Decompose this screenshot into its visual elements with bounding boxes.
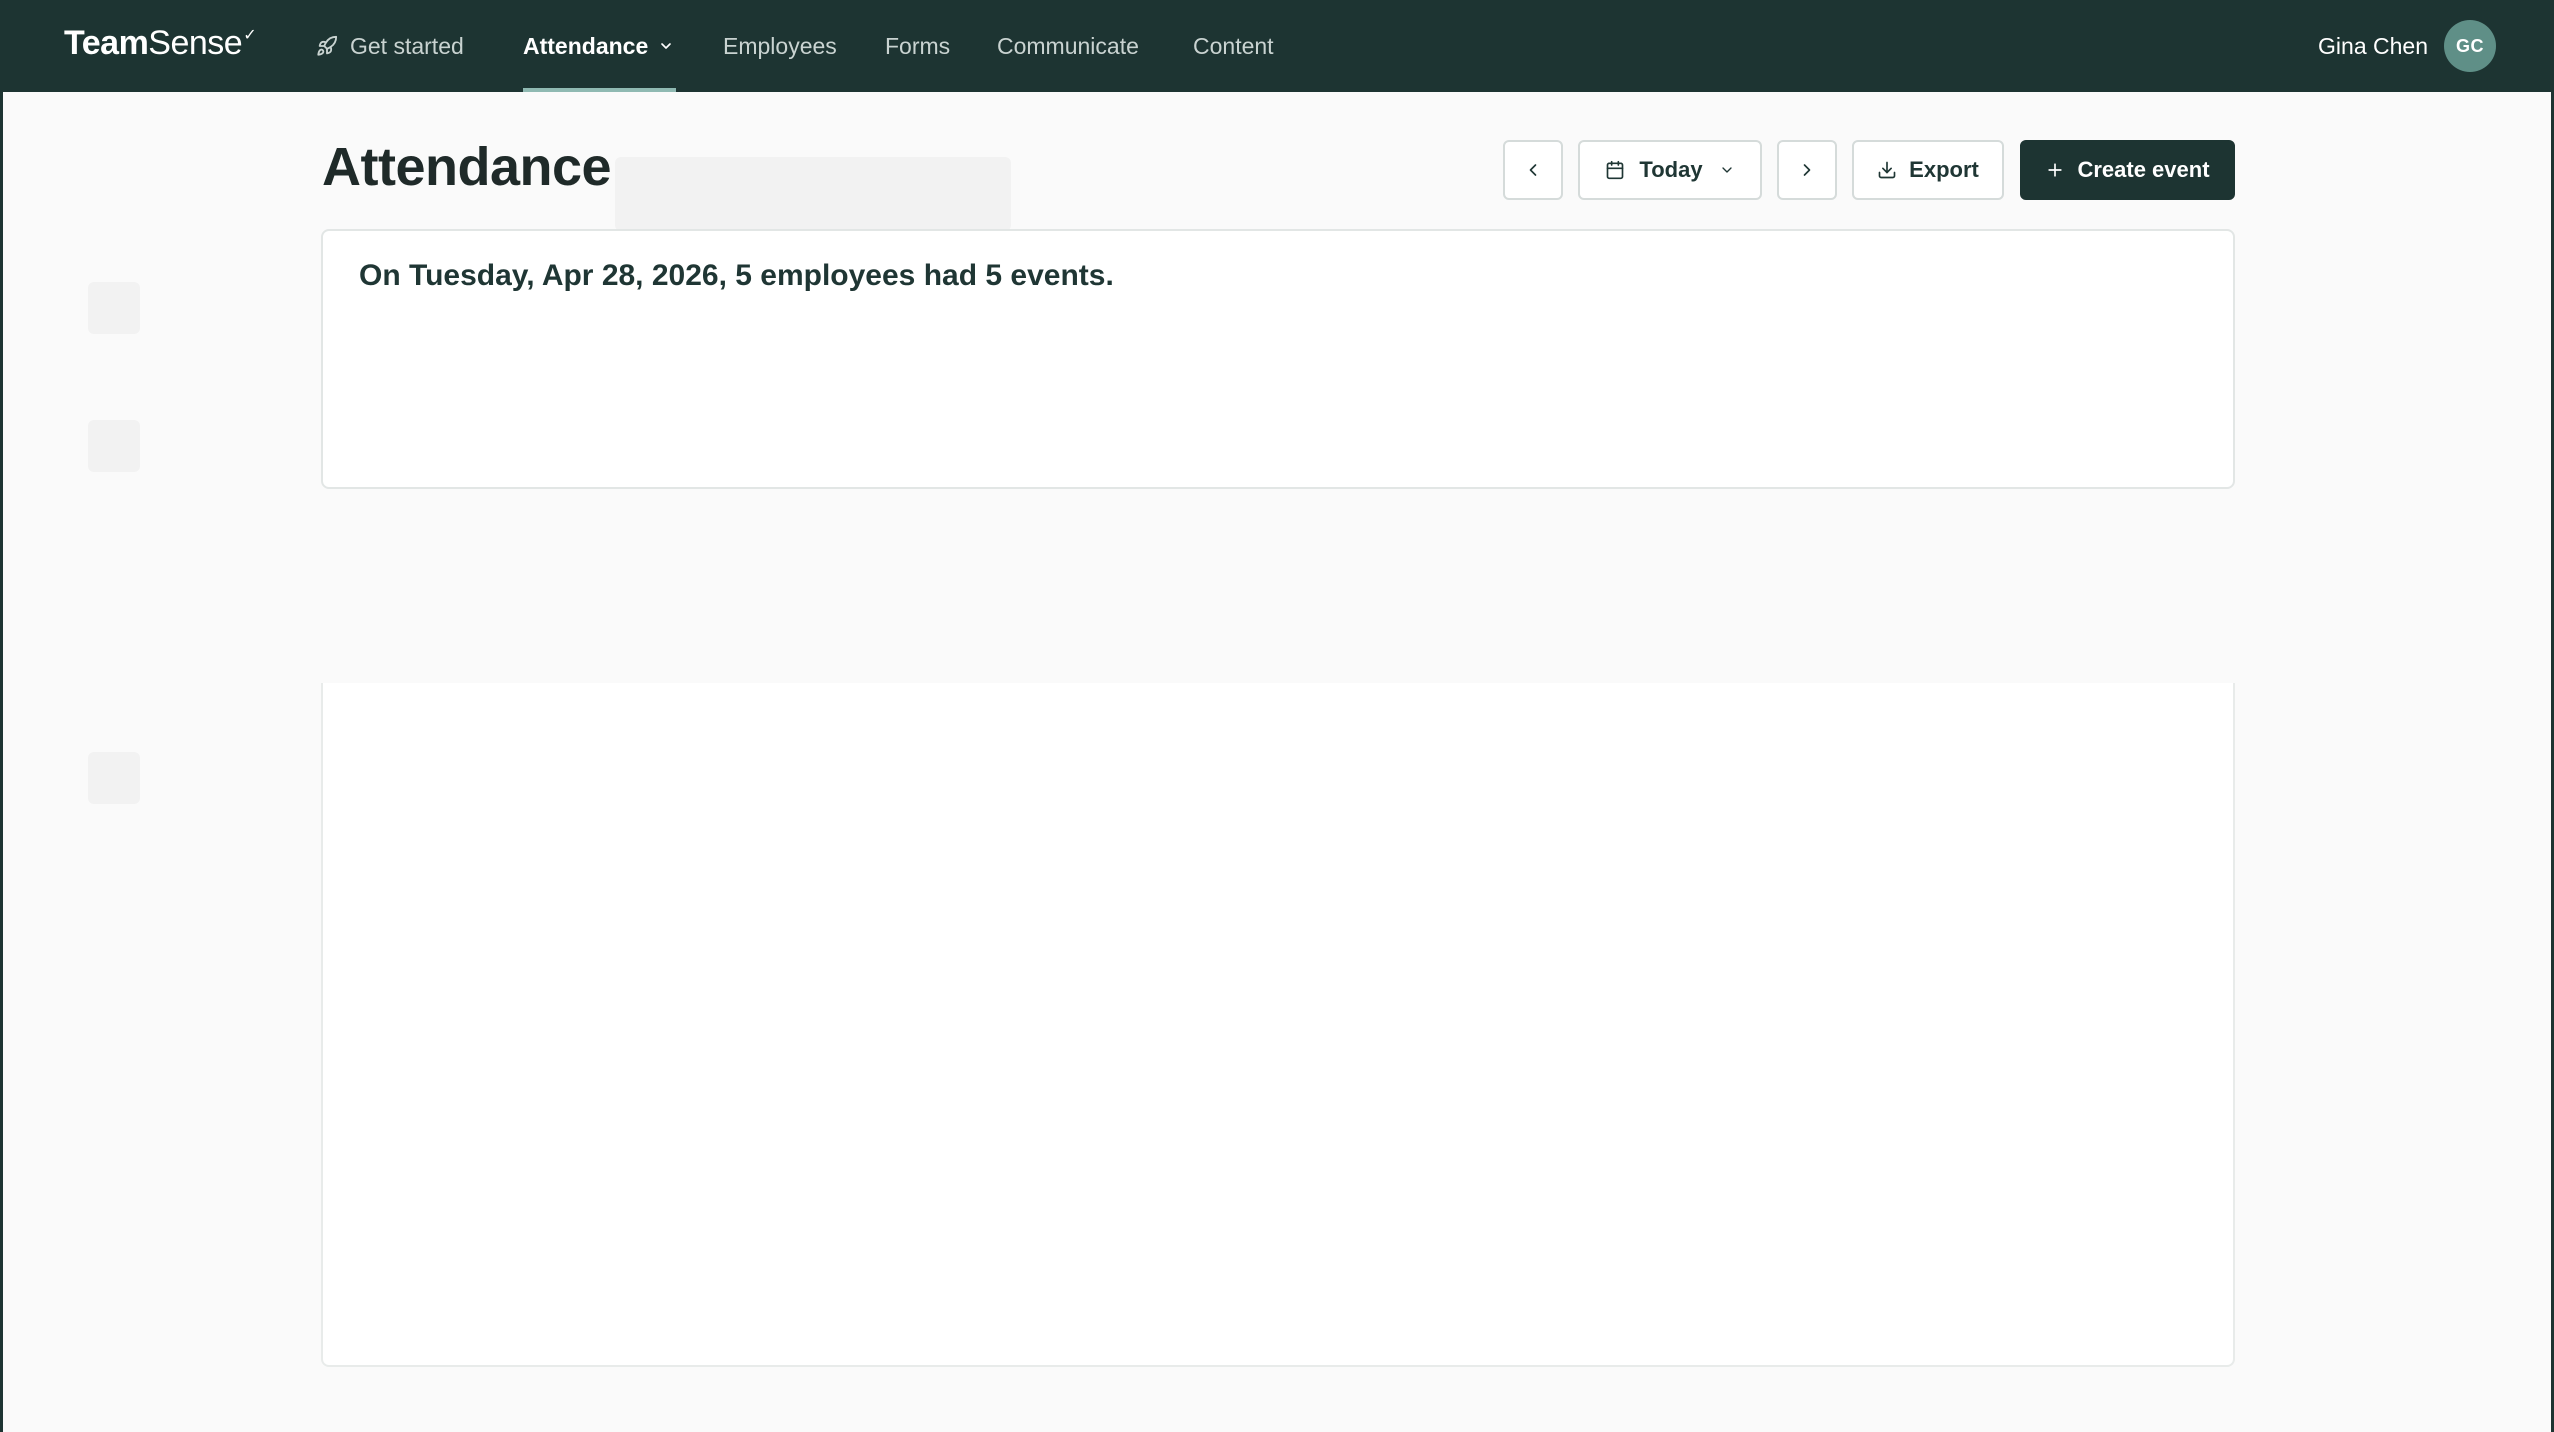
user-name[interactable]: Gina Chen: [2318, 0, 2428, 92]
logo-check-icon: ✓: [243, 27, 257, 44]
page-title: Attendance: [322, 137, 612, 197]
ghost-avatar-2: [88, 420, 140, 472]
export-button[interactable]: Export: [1852, 140, 2004, 200]
nav-communicate[interactable]: Communicate: [997, 0, 1139, 92]
ghost-toast: [615, 157, 1011, 231]
chevron-right-icon: [1797, 160, 1817, 180]
ghost-avatar-1: [88, 282, 140, 334]
chevron-left-icon: [1523, 160, 1543, 180]
active-tab-indicator: [523, 88, 676, 92]
date-selector[interactable]: Today: [1578, 140, 1762, 200]
attendance-summary-text: On Tuesday, Apr 28, 2026, 5 employees ha…: [359, 259, 1114, 292]
calendar-icon: [1605, 160, 1625, 180]
create-event-button-label: Create event: [2077, 157, 2210, 182]
create-event-button[interactable]: Create event: [2020, 140, 2235, 200]
nav-attendance[interactable]: Attendance: [523, 0, 676, 92]
chevron-down-icon: [1719, 162, 1735, 178]
logo-primary-text: Team: [64, 23, 149, 62]
date-selector-label: Today: [1639, 157, 1703, 182]
events-panel: [321, 683, 2235, 1367]
top-navigation: Team Sense ✓ Get started Attendance Employ…: [0, 0, 2554, 92]
nav-employees[interactable]: Employees: [723, 0, 837, 92]
avatar[interactable]: GC: [2444, 20, 2496, 72]
nav-content[interactable]: Content: [1193, 0, 1274, 92]
nav-forms-label: Forms: [885, 32, 951, 59]
nav-forms[interactable]: Forms: [885, 0, 950, 92]
rocket-icon: [316, 35, 338, 57]
nav-get-started[interactable]: Get started: [316, 0, 464, 92]
nav-get-started-label: Get started: [350, 32, 464, 59]
download-icon: [1877, 160, 1897, 180]
previous-day-button[interactable]: [1503, 140, 1563, 200]
ghost-avatar-3: [88, 752, 140, 804]
plus-icon: [2045, 160, 2065, 180]
nav-content-label: Content: [1193, 32, 1274, 59]
export-button-label: Export: [1909, 157, 1979, 182]
nav-employees-label: Employees: [723, 32, 837, 59]
attendance-summary-card: On Tuesday, Apr 28, 2026, 5 employees ha…: [321, 229, 2235, 489]
nav-attendance-label: Attendance: [523, 32, 649, 59]
nav-communicate-label: Communicate: [997, 32, 1139, 59]
chevron-down-icon: [658, 38, 674, 54]
logo-secondary-text: Sense: [148, 23, 243, 62]
teamsense-logo[interactable]: Team Sense ✓: [64, 22, 257, 64]
next-day-button[interactable]: [1777, 140, 1837, 200]
